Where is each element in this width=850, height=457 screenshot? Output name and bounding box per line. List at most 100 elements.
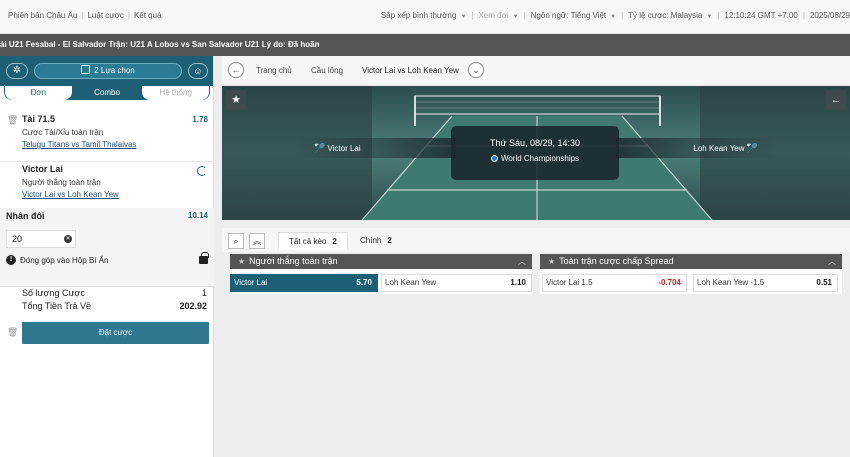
multi-title: Nhân đôi: [6, 211, 45, 221]
bet-item: Victor Lai Người thắng toàn trận Victor …: [0, 162, 214, 212]
european-version-link[interactable]: Phiên bản Châu Âu: [8, 11, 77, 20]
top-settings: Sắp xếp bình thường ▼ | Xem đơi ▼ | Ngôn n…: [381, 11, 850, 20]
top-bar: Phiên bản Châu Âu | Luật cược | Kết quả …: [0, 0, 850, 34]
match-banner: ★ ← 🏸 Victor Lai Loh Kean Yew 🏸 Thứ Sáu,…: [222, 86, 850, 220]
market-filters: ⌕ ︽ Tất cả kèo 2 Chính 2: [222, 228, 850, 252]
odds-button-home[interactable]: Victor Lai 1.5 -0.704: [542, 274, 687, 292]
breadcrumb-home[interactable]: Trang chủ: [256, 66, 292, 75]
away-team-name: Loh Kean Yew: [693, 144, 745, 153]
language-select[interactable]: Ngôn ngữ: Tiếng Việt ▼: [531, 11, 616, 20]
account-button[interactable]: ☺: [188, 63, 208, 79]
selections-toggle[interactable]: 2 Lựa chọn: [34, 63, 182, 79]
clear-icon[interactable]: ✕: [64, 235, 72, 243]
bet-match-link[interactable]: Victor Lai vs Loh Kean Yew: [22, 190, 119, 199]
top-links: Phiên bản Châu Âu | Luật cược | Kết quả: [8, 11, 162, 20]
tab-main-markets[interactable]: Chính 2: [350, 232, 402, 250]
gear-icon: ✲: [12, 65, 22, 76]
loading-spinner-icon: [197, 166, 207, 176]
collapse-all-button[interactable]: ︽: [249, 233, 265, 249]
double-chevron-up-icon: ︽: [252, 236, 262, 246]
odds-format-select[interactable]: Tỷ lệ cược: Malaysia ▼: [628, 11, 712, 20]
divider: |: [127, 11, 130, 20]
bet-match-link[interactable]: Telugu Titans vs Tamil Thalaivas: [22, 140, 136, 149]
selection-price: 1.10: [510, 278, 526, 287]
market-title: Toàn trận cược chấp Spread: [559, 256, 674, 266]
place-bet-button[interactable]: Đặt cược: [22, 322, 209, 344]
tab-system[interactable]: Hệ thống: [142, 86, 210, 100]
bet-count-label: Số lượng Cược: [22, 288, 85, 298]
betslip: ✲ 2 Lựa chọn ☺ Đơn Combo Hệ thống 🗑 Tài …: [0, 56, 214, 457]
breadcrumb-match: Victor Lai vs Loh Kean Yew: [362, 66, 459, 75]
star-icon[interactable]: ★: [548, 257, 555, 266]
betslip-header: ✲ 2 Lựa chọn ☺: [0, 56, 213, 86]
search-button[interactable]: ⌕: [228, 233, 244, 249]
odds-format-value: Malaysia: [670, 11, 703, 20]
divider: |: [717, 11, 720, 20]
arrow-left-icon: ←: [830, 94, 842, 106]
arrow-left-icon: ←: [231, 65, 241, 75]
info-icon: !: [6, 255, 16, 265]
trash-icon[interactable]: 🗑: [7, 115, 18, 126]
bet-selection: Tài 71.5: [22, 114, 56, 124]
chevron-up-icon[interactable]: ︿: [828, 254, 836, 269]
odds-button-away[interactable]: Loh Kean Yew 1.10: [381, 274, 532, 292]
trash-icon[interactable]: 🗑: [7, 327, 18, 338]
market-spread: ★ Toàn trận cược chấp Spread ︿ Victor Lai…: [540, 254, 842, 294]
tab-label: Chính: [360, 236, 382, 245]
stake-input[interactable]: 20 ✕: [6, 230, 76, 248]
chevron-down-icon: ▼: [610, 14, 617, 20]
divider: |: [81, 11, 84, 20]
tab-all-markets[interactable]: Tất cả kèo 2: [278, 232, 348, 250]
news-ticker: ải U21 Fesabal - El Salvador Trận: U21 A…: [0, 34, 850, 56]
chevron-down-icon: ⌄: [472, 65, 480, 75]
settings-button[interactable]: ✲: [6, 63, 28, 79]
selection-price: -0.704: [658, 278, 681, 287]
tab-count: 2: [332, 237, 337, 246]
view-select[interactable]: Xem đơi ▼: [478, 11, 518, 20]
language-value: Tiếng Việt: [570, 11, 607, 20]
total-return-value: 202.92: [179, 301, 207, 311]
odds-button-away[interactable]: Loh Kean Yew -1.5 0.51: [693, 274, 838, 292]
stake-value: 20: [12, 234, 23, 244]
date: 2025/08/29: [809, 11, 850, 20]
bet-market: Người thắng toàn trận: [22, 178, 101, 187]
tab-single[interactable]: Đơn: [5, 86, 72, 100]
collapse-banner-button[interactable]: ←: [826, 90, 846, 110]
match-info-box: Thứ Sáu, 08/29, 14:30 World Championship…: [451, 126, 619, 180]
odds-format-label: Tỷ lệ cược:: [628, 11, 669, 20]
home-team-name: Victor Lai: [327, 144, 361, 153]
shuttlecock-icon: 🏸: [314, 143, 326, 153]
breadcrumb-sport[interactable]: Cầu lông: [311, 66, 343, 75]
chevron-down-icon: ▼: [706, 14, 713, 20]
chevron-up-icon[interactable]: ︿: [518, 254, 526, 269]
star-icon[interactable]: ★: [238, 257, 245, 266]
selection-price: 0.51: [816, 278, 832, 287]
results-link[interactable]: Kết quả: [134, 11, 162, 20]
bet-count-value: 1: [201, 288, 207, 298]
competition-name: World Championships: [500, 154, 580, 163]
match-datetime: Thứ Sáu, 08/29, 14:30: [489, 138, 581, 148]
multi-odds: 10.14: [187, 211, 208, 220]
sort-select[interactable]: Sắp xếp bình thường ▼: [381, 11, 467, 20]
rules-link[interactable]: Luật cược: [87, 11, 123, 20]
bet-item: 🗑 Tài 71.5 1.78 Cược Tài/Xỉu toàn trận T…: [0, 112, 214, 162]
favorite-button[interactable]: ★: [226, 90, 246, 110]
language-label: Ngôn ngữ:: [530, 11, 569, 20]
selection-price: 5.70: [356, 278, 372, 287]
selection-name: Victor Lai 1.5: [546, 278, 593, 287]
shuttlecock-icon: 🏸: [746, 143, 758, 153]
odds-button-home[interactable]: Victor Lai 5.70: [230, 274, 378, 292]
market-header[interactable]: ★ Toàn trận cược chấp Spread ︿: [540, 254, 842, 269]
back-button[interactable]: ←: [228, 62, 244, 78]
lock-icon[interactable]: [199, 252, 209, 264]
market-header[interactable]: ★ Người thắng toàn trận ︿: [230, 254, 532, 269]
tab-combo[interactable]: Combo: [73, 86, 141, 100]
divider: [0, 286, 214, 287]
tab-count: 2: [387, 236, 392, 245]
match-dropdown-button[interactable]: ⌄: [468, 62, 484, 78]
divider: |: [802, 11, 805, 20]
selection-name: Victor Lai: [234, 278, 268, 287]
multi-bet-panel: Nhân đôi 10.14 20 ✕ ! Đóng góp vào Hộp B…: [0, 208, 214, 286]
chevron-down-icon: ▼: [512, 14, 519, 20]
selection-name: Loh Kean Yew -1.5: [697, 278, 765, 287]
